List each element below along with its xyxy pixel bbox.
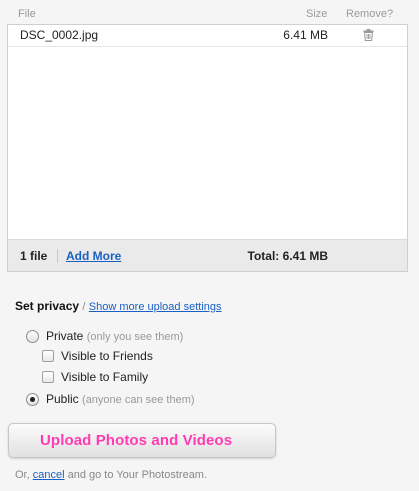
- private-option[interactable]: Private (only you see them): [46, 329, 183, 343]
- file-list-panel: DSC_0002.jpg 6.41 MB 1 file Add More Tot…: [7, 24, 408, 272]
- private-hint: (only you see them): [86, 331, 184, 343]
- privacy-separator: /: [82, 301, 86, 313]
- family-option[interactable]: Visible to Family: [61, 370, 148, 384]
- public-label: Public: [46, 392, 79, 406]
- family-checkbox[interactable]: [42, 371, 54, 383]
- private-radio[interactable]: [26, 330, 39, 343]
- friends-checkbox[interactable]: [42, 350, 54, 362]
- header-file: File: [18, 8, 36, 20]
- table-row: DSC_0002.jpg 6.41 MB: [8, 25, 407, 47]
- header-remove: Remove?: [346, 8, 394, 20]
- file-size: 6.41 MB: [283, 28, 328, 42]
- cancel-line: Or, cancel and go to Your Photostream.: [15, 469, 207, 481]
- privacy-heading: Set privacy / Show more upload settings: [15, 299, 221, 313]
- add-more-link[interactable]: Add More: [66, 249, 121, 263]
- file-list-footer: 1 file Add More Total: 6.41 MB: [8, 239, 407, 271]
- public-hint: (anyone can see them): [82, 394, 195, 406]
- header-size: Size: [306, 8, 328, 20]
- cancel-link[interactable]: cancel: [33, 469, 65, 481]
- friends-label: Visible to Friends: [61, 349, 153, 363]
- trash-icon[interactable]: [363, 29, 374, 41]
- file-name: DSC_0002.jpg: [20, 28, 99, 42]
- family-label: Visible to Family: [61, 370, 149, 384]
- total-size: Total: 6.41 MB: [247, 249, 328, 263]
- radio-selected-dot: [30, 397, 35, 402]
- table-header: File Size Remove?: [0, 8, 419, 24]
- upload-button[interactable]: Upload Photos and Videos: [8, 423, 276, 458]
- public-radio[interactable]: [26, 393, 39, 406]
- privacy-title: Set privacy: [15, 299, 80, 313]
- upload-button-label: Upload Photos and Videos: [40, 432, 233, 449]
- public-option[interactable]: Public (anyone can see them): [46, 392, 195, 406]
- friends-option[interactable]: Visible to Friends: [61, 349, 153, 363]
- file-count: 1 file: [20, 249, 48, 263]
- cancel-prefix: Or,: [15, 469, 30, 481]
- private-label: Private: [46, 329, 84, 343]
- more-upload-settings-link[interactable]: Show more upload settings: [89, 301, 222, 313]
- cancel-suffix: and go to Your Photostream.: [67, 469, 208, 481]
- footer-divider: [57, 249, 58, 263]
